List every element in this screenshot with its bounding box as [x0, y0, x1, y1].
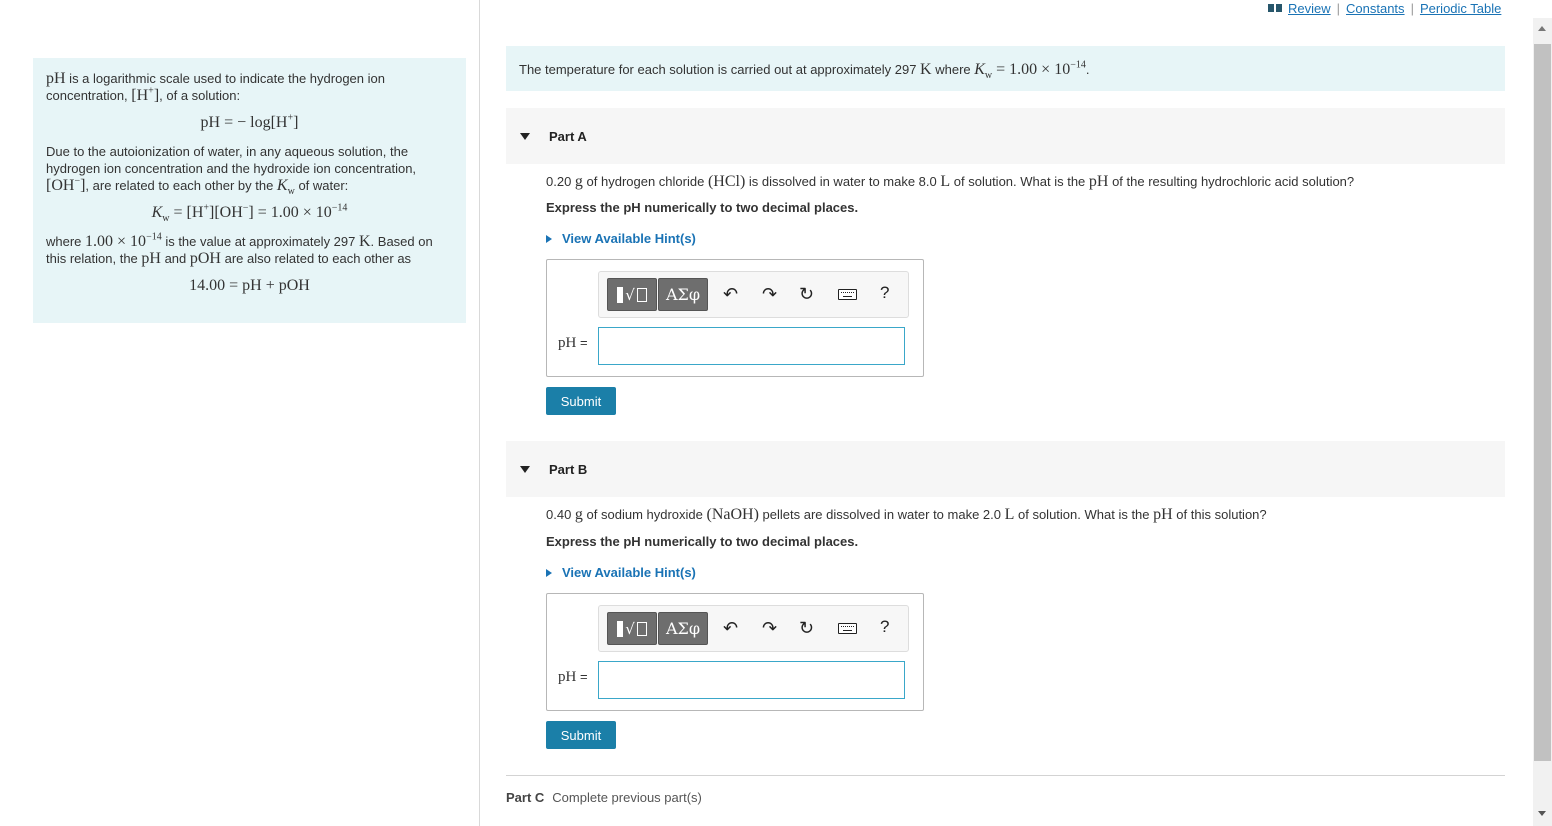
part-b-title: Part B	[549, 461, 588, 477]
part-a-instruction: Express the pH numerically to two decima…	[546, 200, 859, 215]
book-icon	[1268, 4, 1282, 12]
review-link[interactable]: Review	[1288, 1, 1331, 16]
scroll-up-icon[interactable]	[1538, 26, 1546, 31]
part-a-answer-box: √ ΑΣφ ↶ ↷ ↻ ? pH =	[546, 259, 924, 377]
part-a-answer-input[interactable]	[598, 327, 905, 365]
ph-poh-equation: 14.00 = pH + pOH	[189, 277, 310, 294]
template-block-icon	[617, 286, 624, 303]
intro-paragraph-3: where 1.00 × 10−14 is the value at appro…	[46, 231, 433, 267]
part-a-header[interactable]: Part A	[506, 108, 1505, 164]
part-c-status: Complete previous part(s)	[552, 790, 702, 805]
temperature-banner: The temperature for each solution is car…	[506, 46, 1505, 91]
templates-button[interactable]: √	[607, 278, 657, 311]
ph-label: pH =	[558, 335, 588, 351]
reset-icon[interactable]: ↻	[799, 283, 814, 305]
keyboard-icon[interactable]	[838, 289, 857, 300]
link-separator: |	[1410, 0, 1414, 16]
template-box-icon	[636, 621, 647, 636]
part-a-question: 0.20 g of hydrogen chloride (HCl) is dis…	[546, 173, 1355, 190]
column-divider	[479, 0, 480, 826]
part-a-title: Part A	[549, 128, 587, 144]
greek-symbols-button[interactable]: ΑΣφ	[658, 278, 708, 311]
intro-panel: pH is a logarithmic scale used to indica…	[33, 58, 466, 323]
link-separator: |	[1336, 0, 1341, 16]
part-b-header[interactable]: Part B	[506, 441, 1505, 497]
sqrt-icon: √	[625, 285, 635, 304]
part-a-hint-link[interactable]: View Available Hint(s)	[546, 231, 696, 246]
collapse-icon	[520, 132, 530, 140]
intro-paragraph-2: Due to the autoionization of water, in a…	[46, 144, 417, 198]
math-toolbar: √ ΑΣφ ↶ ↷ ↻ ?	[598, 271, 909, 318]
help-icon[interactable]: ?	[880, 283, 889, 303]
help-icon[interactable]: ?	[880, 617, 889, 637]
part-c-divider	[506, 775, 1505, 776]
top-links: Review | Constants | Periodic Table	[1268, 0, 1501, 16]
sqrt-icon: √	[625, 619, 635, 638]
part-b-hint-link[interactable]: View Available Hint(s)	[546, 565, 696, 580]
reset-icon[interactable]: ↻	[799, 617, 814, 639]
template-block-icon	[617, 620, 624, 637]
periodic-table-link[interactable]: Periodic Table	[1420, 1, 1501, 16]
part-b-question: 0.40 g of sodium hydroxide (NaOH) pellet…	[546, 506, 1267, 523]
part-b-answer-box: √ ΑΣφ ↶ ↷ ↻ ? pH =	[546, 593, 924, 711]
kw-equation: Kw = [H+][OH−] = 1.00 × 10−14	[151, 202, 348, 225]
templates-button[interactable]: √	[607, 612, 657, 645]
undo-icon[interactable]: ↶	[723, 283, 738, 305]
part-b-answer-input[interactable]	[598, 661, 905, 699]
part-b-instruction: Express the pH numerically to two decima…	[546, 534, 859, 549]
greek-symbols-button[interactable]: ΑΣφ	[658, 612, 708, 645]
part-c-row: Part C Complete previous part(s)	[506, 790, 702, 805]
scrollbar-thumb[interactable]	[1534, 44, 1551, 761]
part-b-submit-button[interactable]: Submit	[546, 721, 616, 749]
part-a-submit-button[interactable]: Submit	[546, 387, 616, 415]
keyboard-icon[interactable]	[838, 623, 857, 634]
scroll-down-icon[interactable]	[1538, 811, 1546, 816]
expand-icon	[546, 234, 552, 243]
part-c-title: Part C	[506, 790, 545, 805]
expand-icon	[546, 568, 552, 577]
redo-icon[interactable]: ↷	[762, 283, 777, 305]
math-toolbar: √ ΑΣφ ↶ ↷ ↻ ?	[598, 605, 909, 652]
undo-icon[interactable]: ↶	[723, 617, 738, 639]
template-box-icon	[636, 287, 647, 302]
intro-paragraph-1: pH is a logarithmic scale used to indica…	[46, 70, 385, 104]
collapse-icon	[520, 465, 530, 473]
ph-equation: pH = − log[H+]	[200, 112, 299, 131]
redo-icon[interactable]: ↷	[762, 617, 777, 639]
constants-link[interactable]: Constants	[1346, 1, 1405, 16]
ph-label: pH =	[558, 669, 588, 685]
